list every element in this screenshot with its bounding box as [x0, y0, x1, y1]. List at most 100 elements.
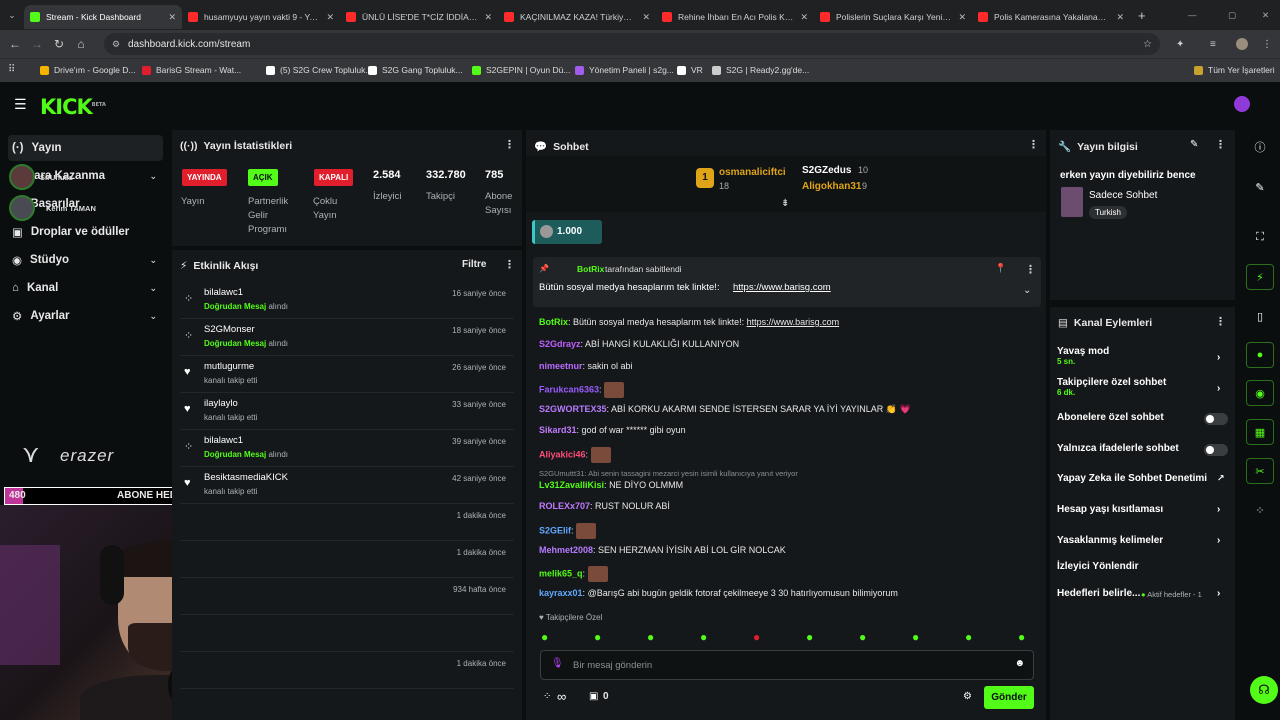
chat-message[interactable]: Lv31ZavalliKisi: NE DİYO OLMMM: [539, 480, 683, 490]
external-link-icon[interactable]: ↗: [1217, 473, 1225, 484]
bookmark-item[interactable]: (5) S2G Crew Topluluk...: [266, 65, 372, 75]
chat-username[interactable]: Lv31ZavalliKisi: [539, 480, 604, 490]
activity-event[interactable]: ♥ mutlugurme kanalı takip etti 26 saniye ön…: [180, 356, 514, 393]
gift-banner[interactable]: 1.000: [532, 220, 602, 244]
reload-icon[interactable]: ↻: [48, 37, 70, 51]
chat-username[interactable]: S2GElif: [539, 525, 571, 535]
channel-action-item[interactable]: Takipçilere özel sohbet 6 dk.: [1057, 377, 1227, 397]
close-tab-icon[interactable]: ✕: [484, 12, 492, 23]
apps-icon[interactable]: ⠿: [8, 64, 15, 75]
chevron-right-icon[interactable]: ›: [1217, 352, 1220, 363]
chevron-right-icon[interactable]: ›: [1217, 383, 1220, 394]
chat-message[interactable]: Mehmet2008: SEN HERZMAN İYİSİN ABİ LOL G…: [539, 545, 786, 555]
bookmark-item[interactable]: S2GEPIN | Oyun Dü...: [472, 65, 570, 75]
tab-search-icon[interactable]: ⌄: [0, 10, 24, 21]
channel-action-item[interactable]: Yapay Zeka ile Sohbet Denetimi: [1057, 473, 1227, 484]
chat-username[interactable]: Mehmet2008: [539, 545, 593, 555]
channel-action-item[interactable]: Hesap yaşı kısıtlaması: [1057, 504, 1227, 515]
browser-tab[interactable]: Stream - Kick Dashboard ✕: [24, 5, 182, 29]
leader-1-name[interactable]: osmanaliciftci: [719, 167, 786, 178]
activity-event[interactable]: ⁘ bilalawc1 Doğrudan Mesaj alındı 16 saniye…: [180, 282, 514, 319]
bookmark-item[interactable]: Drive'ım - Google D...: [40, 65, 135, 75]
fullscreen-icon[interactable]: ⛶: [1246, 224, 1274, 250]
send-button[interactable]: Gönder: [984, 686, 1034, 709]
broadcast-icon[interactable]: ◉: [1246, 380, 1274, 406]
users-icon[interactable]: ⁘: [1246, 497, 1274, 523]
menu-icon[interactable]: ⋮: [1262, 39, 1272, 50]
more-options-icon[interactable]: ⋮: [1025, 263, 1036, 276]
chat-username[interactable]: ROLEXx707: [539, 501, 590, 511]
bookmark-item[interactable]: Yönetim Paneli | s2g...: [575, 65, 674, 75]
close-tab-icon[interactable]: ✕: [800, 12, 808, 23]
chat-username[interactable]: BotRix: [539, 317, 568, 327]
more-options-icon[interactable]: ⋮: [1215, 138, 1226, 151]
quick-emote-icon[interactable]: ●: [700, 630, 707, 644]
chat-username[interactable]: S2Gdrayz: [539, 339, 581, 349]
activity-event[interactable]: ♥ BesiktasmediaKICK kanalı takip etti 42 sa…: [180, 467, 514, 504]
new-tab-button[interactable]: +: [1138, 8, 1146, 23]
back-icon[interactable]: ←: [4, 37, 26, 51]
activity-event[interactable]: ♥ ilaylaylo kanalı takip etti 33 saniye önc…: [180, 393, 514, 430]
maximize-button[interactable]: ▢: [1228, 10, 1236, 21]
home-icon[interactable]: ⌂: [70, 37, 92, 51]
chat-message[interactable]: S2GWORTEX35: ABİ KORKU AKARMI SENDE İSTE…: [539, 404, 911, 415]
bookmark-star-icon[interactable]: ☆: [1143, 39, 1152, 50]
quick-emote-icon[interactable]: ●: [859, 630, 866, 644]
extensions-icon[interactable]: ✦: [1176, 39, 1184, 50]
close-tab-icon[interactable]: ✕: [642, 12, 650, 23]
sidebar-item-ayarlar[interactable]: ⚙ Ayarlar ⌄: [8, 303, 163, 329]
chat-message[interactable]: S2Gdrayz: ABİ HANGİ KULAKLIĞI KULLANIYON: [539, 339, 739, 349]
activity-event[interactable]: 1 dakika önce: [180, 504, 514, 541]
quick-emote-icon[interactable]: ●: [1018, 630, 1025, 644]
user-avatar[interactable]: [1234, 96, 1250, 112]
support-button[interactable]: ☊: [1250, 676, 1278, 704]
close-tab-icon[interactable]: ✕: [1116, 12, 1124, 23]
expand-icon[interactable]: ⌄: [1023, 285, 1031, 296]
filter-button[interactable]: Filtre: [462, 259, 486, 270]
bookmark-item[interactable]: S2G | Ready2.gg'de...: [712, 65, 809, 75]
close-window-button[interactable]: ✕: [1262, 10, 1269, 21]
chat-message[interactable]: Sikard31: god of war ****** gibi oyun: [539, 425, 686, 435]
url-field[interactable]: ⚙ dashboard.kick.com/stream ☆: [104, 33, 1160, 55]
activity-event[interactable]: 1 dakika önce: [180, 541, 514, 578]
more-options-icon[interactable]: ⋮: [504, 258, 515, 271]
chat-message[interactable]: Aliyakici46:: [539, 447, 611, 463]
chat-message[interactable]: ROLEXx707: RUST NOLUR ABİ: [539, 501, 670, 511]
profile-avatar[interactable]: [1236, 38, 1248, 50]
hamburger-menu-icon[interactable]: ☰: [14, 96, 27, 113]
channel-action-item[interactable]: İzleyici Yönlendir: [1057, 561, 1227, 572]
chat-message[interactable]: Farukcan6363:: [539, 382, 625, 398]
channel-action-item[interactable]: Yavaş mod 5 sn.: [1057, 346, 1227, 366]
quick-emote-icon[interactable]: ●: [965, 630, 972, 644]
chat-input[interactable]: 🎙 Bir mesaj gönderin ☻: [540, 650, 1034, 680]
activity-event[interactable]: ⁘ S2GMonser Doğrudan Mesaj alındı 18 saniye…: [180, 319, 514, 356]
close-tab-icon[interactable]: ✕: [168, 12, 176, 23]
category-thumbnail[interactable]: [1061, 187, 1083, 217]
all-bookmarks[interactable]: Tüm Yer İşaretleri: [1194, 65, 1275, 75]
toggle-switch[interactable]: [1204, 444, 1228, 456]
users-icon[interactable]: ⁘: [543, 691, 551, 702]
chat-link[interactable]: https://www.barisg.com: [747, 317, 840, 327]
chat-settings-icon[interactable]: ⚙: [963, 691, 972, 702]
chat-icon[interactable]: ●: [1246, 342, 1274, 368]
quick-emote-icon[interactable]: ●: [806, 630, 813, 644]
activity-event[interactable]: ⁘ bilalawc1 Doğrudan Mesaj alındı 39 saniye…: [180, 430, 514, 467]
sidebar-item-droplar[interactable]: ▣ Droplar ve ödüller: [8, 219, 163, 245]
edit-icon[interactable]: ✎: [1246, 174, 1274, 200]
media-icon[interactable]: ≡: [1210, 39, 1216, 50]
category-name[interactable]: Sadece Sohbet: [1089, 190, 1157, 201]
chat-username[interactable]: melik65_q: [539, 568, 583, 578]
more-options-icon[interactable]: ⋮: [1028, 138, 1039, 151]
chat-username[interactable]: nimeetnur: [539, 361, 583, 371]
close-tab-icon[interactable]: ✕: [958, 12, 966, 23]
quick-emote-icon[interactable]: ●: [594, 630, 601, 644]
channel-action-item[interactable]: Abonelere özel sohbet: [1057, 412, 1227, 423]
chevron-right-icon[interactable]: ›: [1217, 504, 1220, 515]
leader-2-name[interactable]: S2GZedus: [802, 165, 851, 176]
pin-icon[interactable]: 📍: [995, 263, 1006, 274]
tools-icon[interactable]: ✂: [1246, 458, 1274, 484]
channel-action-item[interactable]: Yalnızca ifadelerle sohbet: [1057, 443, 1227, 454]
chat-message[interactable]: S2GElif:: [539, 523, 597, 539]
browser-tab[interactable]: Polis Kamerasına Yakalanan 6 E ✕: [972, 5, 1130, 29]
points-icon[interactable]: ▣: [589, 691, 598, 702]
